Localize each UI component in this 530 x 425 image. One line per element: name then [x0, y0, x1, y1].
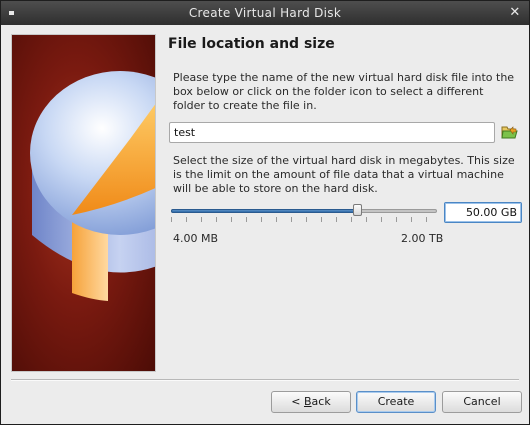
back-button[interactable]: < Back — [271, 391, 351, 413]
create-button[interactable]: Create — [356, 391, 436, 413]
close-icon[interactable]: ✕ — [508, 6, 522, 20]
title-bar[interactable]: Create Virtual Hard Disk ✕ — [1, 1, 529, 25]
window-title: Create Virtual Hard Disk — [188, 6, 342, 20]
wizard-side-image — [11, 34, 156, 372]
slider-ticks — [171, 217, 437, 222]
dialog-window: Create Virtual Hard Disk ✕ File location… — [0, 0, 530, 425]
cancel-button[interactable]: Cancel — [442, 391, 522, 413]
folder-open-icon[interactable] — [501, 124, 518, 140]
slider-fill — [171, 209, 357, 213]
size-min-label: 4.00 MB — [173, 232, 219, 245]
size-max-label: 2.00 TB — [401, 232, 444, 245]
page-title: File location and size — [168, 36, 335, 52]
size-input[interactable] — [444, 202, 522, 223]
back-mnemonic: B — [304, 395, 312, 408]
back-label: ack — [311, 395, 331, 408]
size-description: Select the size of the virtual hard disk… — [173, 154, 515, 195]
dialog-content: File location and size Please type the n… — [1, 25, 529, 424]
button-separator — [11, 379, 519, 381]
size-slider[interactable] — [171, 203, 437, 225]
location-description: Please type the name of the new virtual … — [173, 71, 515, 112]
slider-handle[interactable] — [353, 204, 362, 216]
hard-disk-illustration — [30, 71, 155, 301]
window-menu-icon[interactable] — [9, 11, 14, 15]
file-location-input[interactable] — [169, 122, 495, 143]
